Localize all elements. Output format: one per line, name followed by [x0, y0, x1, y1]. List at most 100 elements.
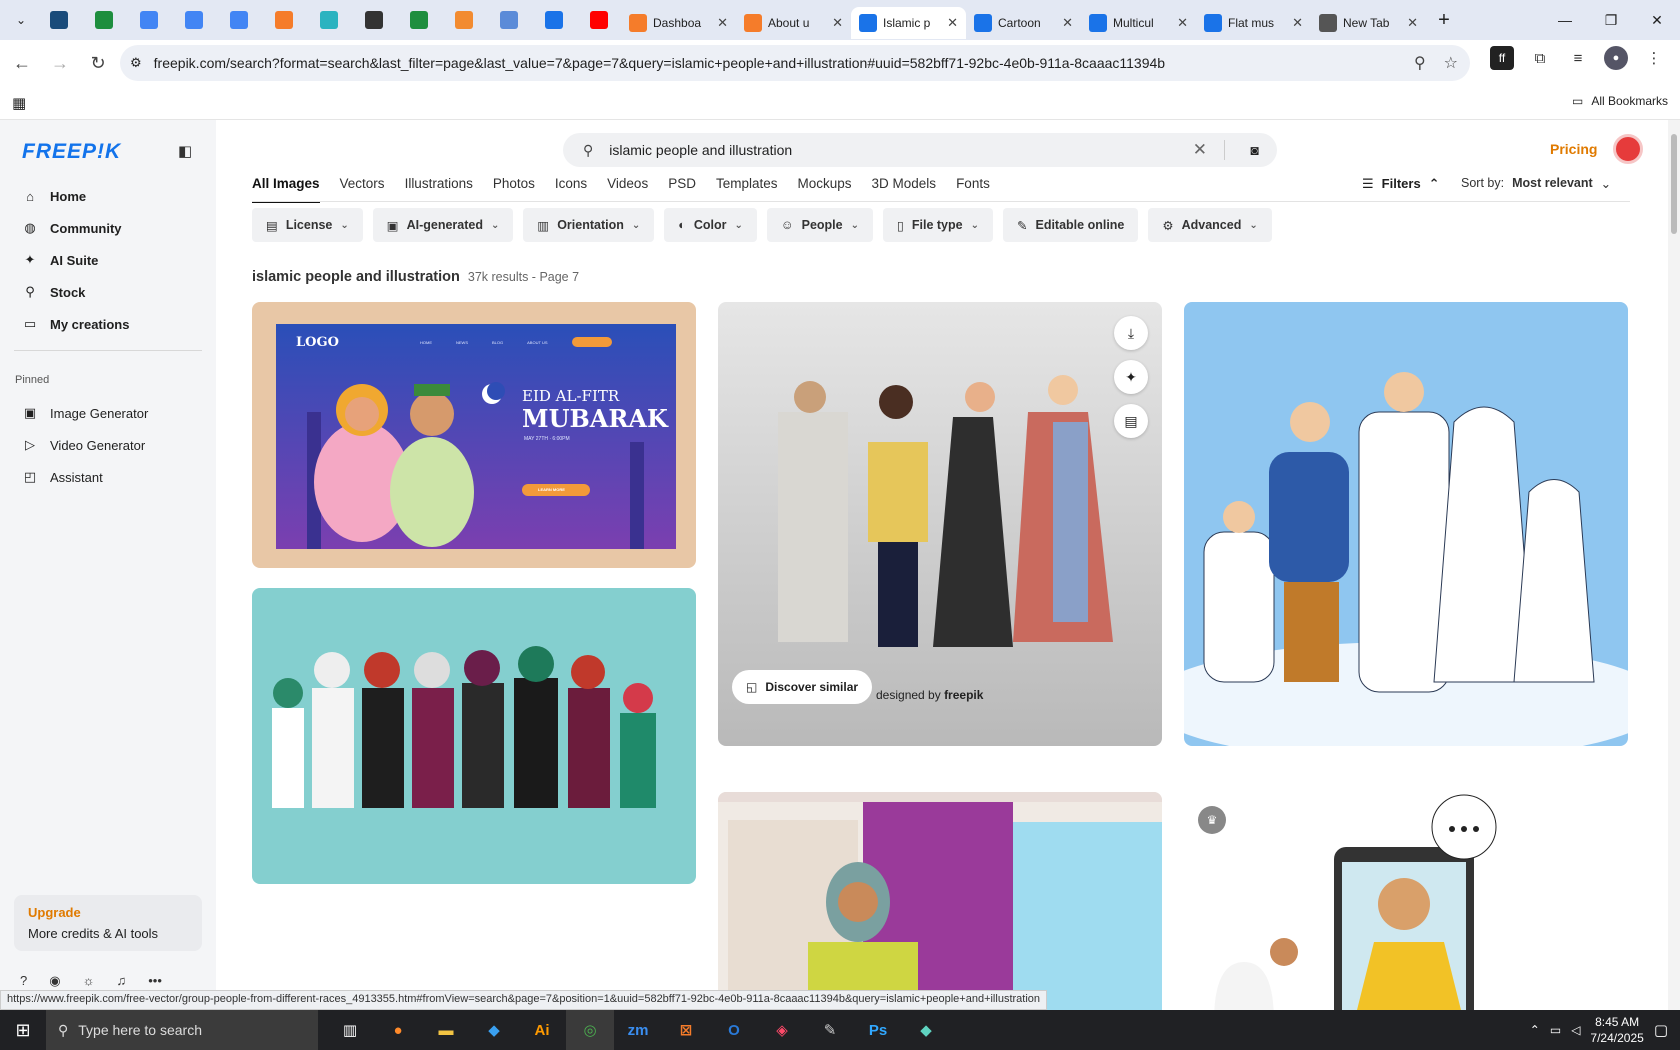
- image-card-woman-room[interactable]: [718, 792, 1162, 1010]
- clear-search-icon[interactable]: ✕: [1193, 140, 1207, 160]
- chrome-icon[interactable]: ◎: [566, 1010, 614, 1050]
- tab-psd[interactable]: PSD: [668, 176, 696, 203]
- pricing-link[interactable]: Pricing: [1550, 141, 1597, 157]
- image-card-muslim-group[interactable]: [252, 588, 696, 884]
- tray-chevron-icon[interactable]: ⌃: [1530, 1023, 1540, 1037]
- tab-templates[interactable]: Templates: [716, 176, 778, 203]
- discover-similar-button[interactable]: ◱ Discover similar: [732, 670, 873, 704]
- user-avatar[interactable]: [1613, 134, 1643, 164]
- notifications-icon[interactable]: ▢: [1654, 1021, 1668, 1039]
- zoom-icon[interactable]: ⚲: [1414, 53, 1426, 73]
- pinned-item-video-generator[interactable]: ▷ Video Generator: [14, 429, 204, 461]
- creative-cloud-icon[interactable]: ◈: [758, 1010, 806, 1050]
- tab-videos[interactable]: Videos: [607, 176, 648, 203]
- illustrator-icon[interactable]: Ai: [518, 1010, 566, 1050]
- pinned-tab[interactable]: [452, 6, 475, 34]
- pinned-tab[interactable]: [137, 6, 160, 34]
- pinned-tab[interactable]: [227, 6, 250, 34]
- omnibox[interactable]: ⚙ freepik.com/search?format=search&last_…: [120, 45, 1470, 81]
- outlook-icon[interactable]: O: [710, 1010, 758, 1050]
- back-button[interactable]: ←: [6, 47, 38, 79]
- site-info-icon[interactable]: ⚙: [130, 55, 142, 71]
- upgrade-card[interactable]: Upgrade More credits & AI tools: [14, 895, 202, 951]
- tab-search-button[interactable]: ⌄: [6, 6, 36, 34]
- photoshop-icon[interactable]: Ps: [854, 1010, 902, 1050]
- pinned-tab[interactable]: [497, 6, 520, 34]
- sort-dropdown[interactable]: Sort by: Most relevant ⌄: [1461, 176, 1611, 191]
- tab-fonts[interactable]: Fonts: [956, 176, 990, 203]
- pinned-tab[interactable]: [182, 6, 205, 34]
- sidebar-item-my-creations[interactable]: ▭ My creations: [14, 308, 204, 340]
- browser-tab[interactable]: New Tab ✕: [1311, 7, 1426, 39]
- pinned-tab[interactable]: [542, 6, 565, 34]
- save-to-collection-icon[interactable]: ▤: [1114, 404, 1148, 438]
- tab-vectors[interactable]: Vectors: [340, 176, 385, 203]
- image-card-video-call[interactable]: ♛: [1184, 792, 1628, 1010]
- filter-chip-ai-generated[interactable]: ▣ AI-generated ⌄: [372, 208, 514, 242]
- xampp-taskbar-icon[interactable]: ⊠: [662, 1010, 710, 1050]
- image-card-eid-banner[interactable]: LOGO HOME NEWS BLOG ABOUT US EID AL-FITR…: [252, 302, 696, 568]
- designed-by-credit[interactable]: designed by freepik: [876, 688, 983, 702]
- bookmark-star-icon[interactable]: ☆: [1444, 53, 1458, 73]
- sidebar-item-community[interactable]: ◍ Community: [14, 212, 204, 244]
- sidebar-item-ai-suite[interactable]: ✦ AI Suite: [14, 244, 204, 276]
- zoom-app-icon[interactable]: zm: [614, 1010, 662, 1050]
- reload-button[interactable]: ↻: [82, 47, 114, 79]
- filter-chip-color[interactable]: ◐ Color ⌄: [664, 208, 757, 242]
- apps-grid-icon[interactable]: ▦: [12, 94, 26, 112]
- tab-close-icon[interactable]: ✕: [1407, 15, 1418, 31]
- profile-avatar[interactable]: ●: [1604, 46, 1628, 70]
- tab-close-icon[interactable]: ✕: [1062, 15, 1073, 31]
- sidebar-collapse-icon[interactable]: ◧: [178, 142, 192, 160]
- image-card-diverse-people[interactable]: ⤓ ✦ ▤ ◱ Discover similar designed by fre…: [718, 302, 1162, 746]
- pinned-tab[interactable]: [317, 6, 340, 34]
- browser-tab[interactable]: Multicul ✕: [1081, 7, 1196, 39]
- browser-tab[interactable]: About u ✕: [736, 7, 851, 39]
- bell-icon[interactable]: ♫: [117, 973, 127, 989]
- discord-icon[interactable]: ◉: [49, 973, 60, 989]
- filter-chip-editable-online[interactable]: ✎ Editable online: [1003, 208, 1139, 242]
- vscode-icon[interactable]: ◆: [470, 1010, 518, 1050]
- pinned-tab[interactable]: [47, 6, 70, 34]
- pen-tool-icon[interactable]: ✎: [806, 1010, 854, 1050]
- pinned-tab[interactable]: [587, 6, 610, 34]
- pinned-tab[interactable]: [362, 6, 385, 34]
- taskbar-search[interactable]: ⚲ Type here to search: [46, 1010, 318, 1050]
- pinned-item-image-generator[interactable]: ▣ Image Generator: [14, 397, 204, 429]
- browser-tab[interactable]: Flat mus ✕: [1196, 7, 1311, 39]
- filter-chip-file-type[interactable]: ▯ File type ⌄: [883, 208, 993, 242]
- filter-chip-advanced[interactable]: ⚙ Advanced ⌄: [1148, 208, 1272, 242]
- scrollbar-thumb[interactable]: [1671, 134, 1677, 234]
- firefox-icon[interactable]: ●: [374, 1010, 422, 1050]
- minimize-button[interactable]: —: [1542, 0, 1588, 40]
- tab-close-icon[interactable]: ✕: [947, 15, 958, 31]
- sidebar-item-stock[interactable]: ⚲ Stock: [14, 276, 204, 308]
- pinned-tab[interactable]: [407, 6, 430, 34]
- tab-icons[interactable]: Icons: [555, 176, 587, 203]
- ai-edit-icon[interactable]: ✦: [1114, 360, 1148, 394]
- tab-close-icon[interactable]: ✕: [717, 15, 728, 31]
- help-icon[interactable]: ?: [20, 973, 27, 989]
- clock[interactable]: 8:45 AM 7/24/2025: [1590, 1014, 1643, 1046]
- extensions-puzzle-icon[interactable]: ⧉: [1528, 46, 1552, 70]
- pinned-item-assistant[interactable]: ◰ Assistant: [14, 461, 204, 493]
- all-bookmarks-button[interactable]: ▭ All Bookmarks: [1572, 94, 1668, 108]
- pinned-tab[interactable]: [272, 6, 295, 34]
- filter-chip-people[interactable]: ☺ People ⌄: [766, 208, 873, 242]
- tab-close-icon[interactable]: ✕: [1292, 15, 1303, 31]
- tab-photos[interactable]: Photos: [493, 176, 535, 203]
- pinned-tab[interactable]: [92, 6, 115, 34]
- fontface-extension-icon[interactable]: ff: [1490, 46, 1514, 70]
- browser-tab[interactable]: Islamic p ✕: [851, 7, 966, 39]
- windows-start-icon[interactable]: ⊞: [0, 1010, 46, 1050]
- image-card-praying-family[interactable]: [1184, 302, 1628, 746]
- page-scrollbar[interactable]: [1668, 120, 1680, 1010]
- tab-all-images[interactable]: All Images: [252, 176, 320, 203]
- browser-tab[interactable]: Cartoon ✕: [966, 7, 1081, 39]
- filter-chip-license[interactable]: ▤ License ⌄: [252, 208, 363, 242]
- close-window-button[interactable]: ✕: [1634, 0, 1680, 40]
- app-diamond-icon[interactable]: ◆: [902, 1010, 950, 1050]
- camera-search-icon[interactable]: ◙: [1251, 142, 1259, 158]
- tab-3d-models[interactable]: 3D Models: [872, 176, 937, 203]
- search-input[interactable]: islamic people and illustration: [609, 142, 792, 158]
